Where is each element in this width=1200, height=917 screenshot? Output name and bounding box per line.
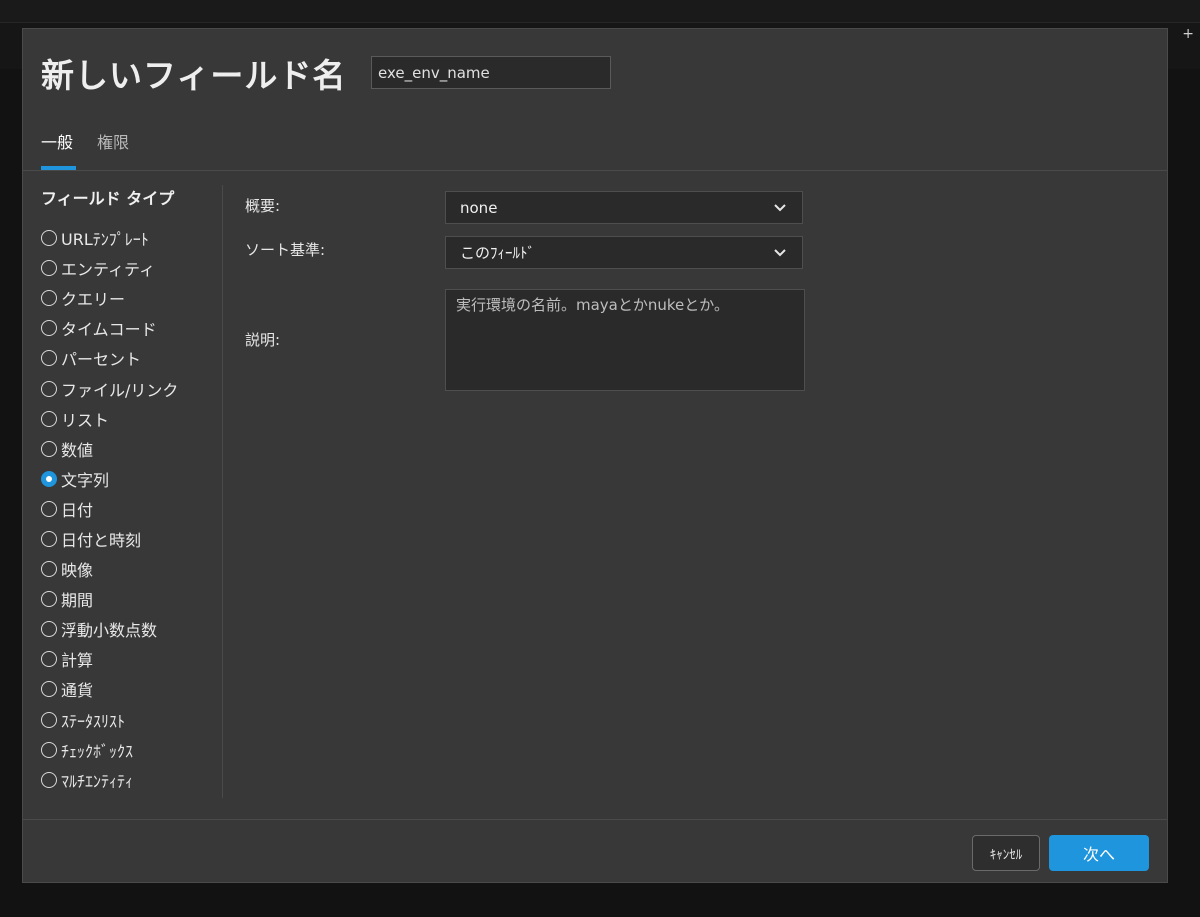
- tab-divider: [23, 170, 1167, 171]
- tab-general[interactable]: 一般: [41, 129, 73, 153]
- field-type-option[interactable]: 日付と時刻: [41, 524, 221, 554]
- description-label: 説明:: [245, 331, 281, 349]
- description-textarea[interactable]: 実行環境の名前。mayaとかnukeとか。: [445, 289, 805, 391]
- field-type-option[interactable]: エンティティ: [41, 253, 221, 283]
- field-type-label: 期間: [61, 591, 94, 611]
- radio-unchecked-icon[interactable]: [41, 500, 57, 517]
- field-type-label: URLﾃﾝﾌﾟﾚｰﾄ: [61, 230, 149, 250]
- sort-select-value: このﾌｨｰﾙﾄﾞ: [460, 244, 536, 262]
- field-type-label: 計算: [61, 651, 94, 671]
- new-field-dialog: 新しいフィールド名 一般 権限 フィールド タイプ URLﾃﾝﾌﾟﾚｰﾄ エンティ…: [22, 28, 1168, 883]
- radio-unchecked-icon[interactable]: [41, 380, 57, 397]
- field-type-panel: フィールド タイプ URLﾃﾝﾌﾟﾚｰﾄ エンティティ クエリータイムコード パーセン…: [41, 185, 221, 795]
- radio-unchecked-icon[interactable]: [41, 711, 57, 728]
- plus-icon: +: [1182, 26, 1194, 42]
- radio-unchecked-icon[interactable]: [41, 561, 57, 578]
- field-type-heading: フィールド タイプ: [41, 189, 175, 208]
- field-type-label: リスト: [61, 410, 110, 430]
- radio-unchecked-icon[interactable]: [41, 530, 57, 547]
- radio-checked-icon[interactable]: [41, 470, 57, 487]
- chevron-down-icon: [774, 249, 786, 257]
- field-type-list: URLﾃﾝﾌﾟﾚｰﾄ エンティティ クエリータイムコード パーセントファイル/リンクリ…: [41, 223, 221, 795]
- field-type-option[interactable]: 期間: [41, 584, 221, 614]
- column-divider: [222, 185, 223, 798]
- field-type-label: ｽﾃｰﾀｽﾘｽﾄ: [61, 711, 126, 731]
- field-type-option[interactable]: ﾏﾙﾁｴﾝﾃｨﾃｨ: [41, 765, 221, 795]
- field-type-option[interactable]: 日付: [41, 494, 221, 524]
- radio-unchecked-icon[interactable]: [41, 290, 57, 307]
- radio-unchecked-icon[interactable]: [41, 771, 57, 788]
- field-type-label: ﾏﾙﾁｴﾝﾃｨﾃｨ: [61, 771, 134, 791]
- field-type-label: 数値: [61, 440, 94, 460]
- radio-unchecked-icon[interactable]: [41, 741, 57, 758]
- summary-select[interactable]: none: [445, 191, 803, 224]
- field-type-label: 浮動小数点数: [61, 621, 158, 641]
- field-type-option[interactable]: 計算: [41, 644, 221, 674]
- radio-unchecked-icon[interactable]: [41, 651, 57, 668]
- field-type-label: 文字列: [61, 470, 110, 490]
- field-type-option[interactable]: ファイル/リンク: [41, 373, 221, 403]
- field-type-option[interactable]: リスト: [41, 404, 221, 434]
- radio-unchecked-icon[interactable]: [41, 230, 57, 247]
- field-type-option[interactable]: 映像: [41, 554, 221, 584]
- sort-label: ソート基準:: [245, 241, 326, 259]
- field-type-option[interactable]: タイムコード: [41, 313, 221, 343]
- field-type-option[interactable]: 通貨: [41, 674, 221, 704]
- field-type-label: クエリー: [61, 290, 126, 310]
- radio-unchecked-icon[interactable]: [41, 320, 57, 337]
- field-type-option[interactable]: 数値: [41, 434, 221, 464]
- chevron-down-icon: [774, 204, 786, 212]
- field-type-label: ファイル/リンク: [61, 380, 179, 400]
- radio-unchecked-icon[interactable]: [41, 410, 57, 427]
- field-type-option[interactable]: 浮動小数点数: [41, 614, 221, 644]
- field-type-option[interactable]: URLﾃﾝﾌﾟﾚｰﾄ: [41, 223, 221, 253]
- field-type-label: 映像: [61, 561, 94, 581]
- field-type-label: 通貨: [61, 681, 94, 701]
- radio-unchecked-icon[interactable]: [41, 681, 57, 698]
- dialog-title: 新しいフィールド名: [41, 56, 347, 95]
- radio-unchecked-icon[interactable]: [41, 440, 57, 457]
- tab-permissions[interactable]: 権限: [97, 129, 129, 153]
- field-type-option[interactable]: ｽﾃｰﾀｽﾘｽﾄ: [41, 705, 221, 735]
- background-window-top: [0, 0, 1200, 22]
- footer-divider: [23, 819, 1167, 820]
- next-button[interactable]: 次へ: [1049, 835, 1149, 871]
- radio-unchecked-icon[interactable]: [41, 591, 57, 608]
- field-type-label: 日付と時刻: [61, 530, 142, 550]
- field-type-option[interactable]: パーセント: [41, 343, 221, 373]
- radio-unchecked-icon[interactable]: [41, 350, 57, 367]
- summary-select-value: none: [460, 198, 498, 217]
- field-type-option[interactable]: 文字列: [41, 464, 221, 494]
- field-type-label: エンティティ: [61, 260, 156, 280]
- cancel-button[interactable]: ｷｬﾝｾﾙ: [972, 835, 1040, 871]
- field-type-label: パーセント: [61, 350, 142, 370]
- summary-label: 概要:: [245, 197, 281, 215]
- sort-select[interactable]: このﾌｨｰﾙﾄﾞ: [445, 236, 803, 269]
- field-type-option[interactable]: ﾁｪｯｸﾎﾞｯｸｽ: [41, 735, 221, 765]
- field-type-label: 日付: [61, 500, 94, 520]
- radio-unchecked-icon[interactable]: [41, 621, 57, 638]
- radio-unchecked-icon[interactable]: [41, 260, 57, 277]
- field-type-label: タイムコード: [61, 320, 157, 340]
- field-type-label: ﾁｪｯｸﾎﾞｯｸｽ: [61, 741, 134, 761]
- field-name-input[interactable]: [371, 56, 611, 89]
- field-type-option[interactable]: クエリー: [41, 283, 221, 313]
